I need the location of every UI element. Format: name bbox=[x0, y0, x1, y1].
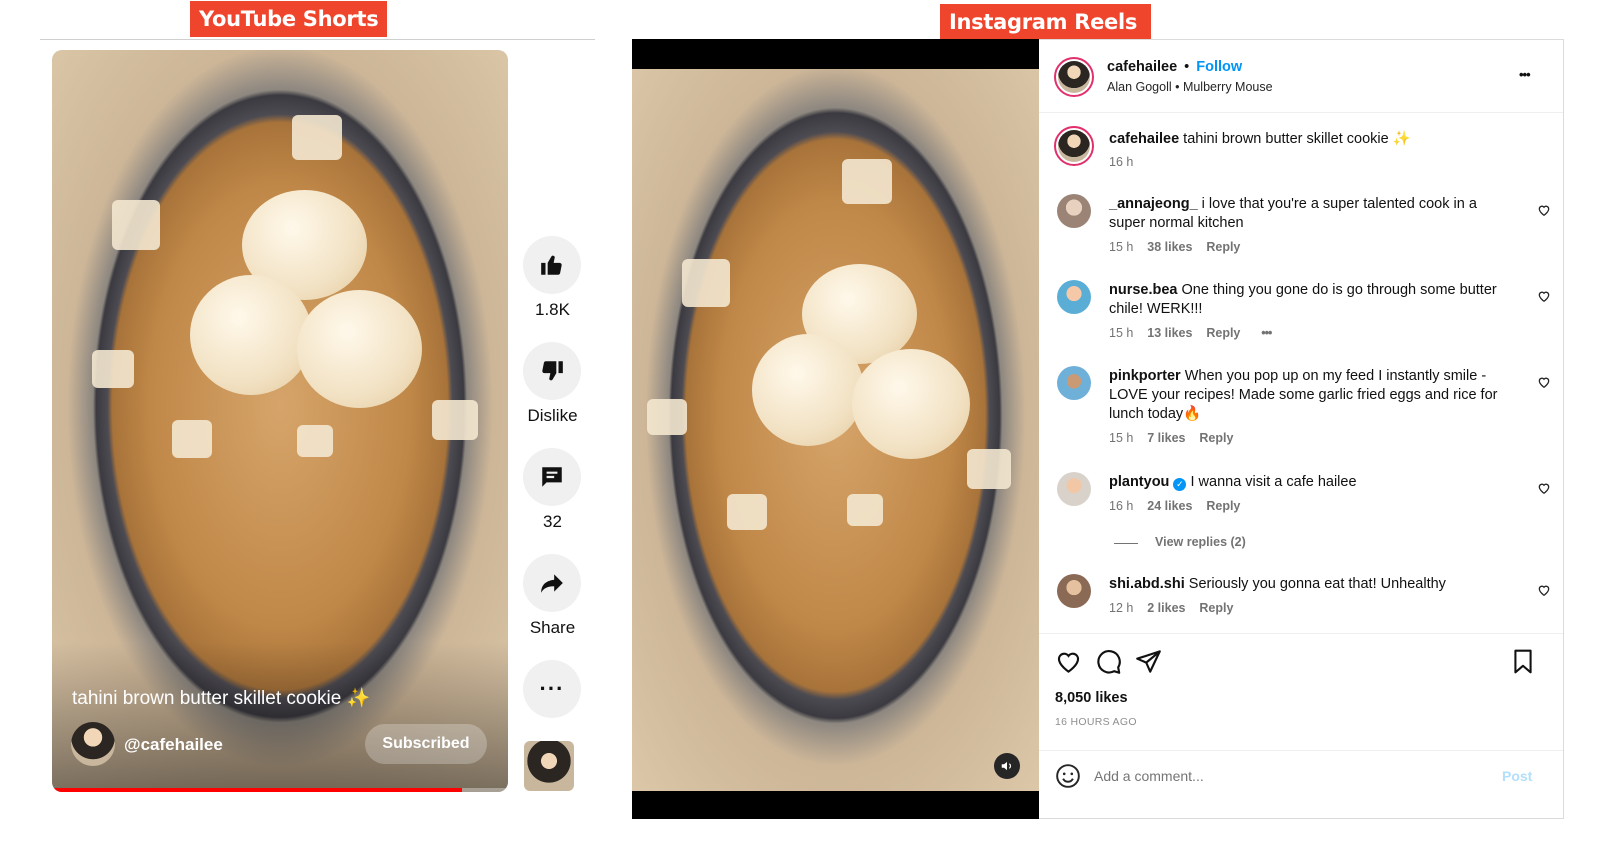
save-bookmark-icon[interactable] bbox=[1510, 648, 1536, 675]
yt-channel-avatar[interactable] bbox=[71, 722, 115, 766]
caption-text: tahini brown butter skillet cookie ✨ bbox=[1183, 131, 1411, 147]
thumbs-down-icon bbox=[542, 361, 563, 381]
comment-meta: 15 h 13 likes Reply ••• bbox=[1109, 326, 1272, 340]
comment-like-heart-icon[interactable] bbox=[1537, 375, 1551, 389]
comments-button[interactable] bbox=[523, 448, 581, 506]
ig-reel-video[interactable] bbox=[632, 39, 1039, 819]
share-button[interactable] bbox=[523, 554, 581, 612]
yt-sound-thumbnail[interactable] bbox=[524, 741, 574, 791]
dislike-label: Dislike bbox=[527, 406, 578, 425]
reply-button[interactable]: Reply bbox=[1206, 499, 1240, 513]
emoji-icon[interactable] bbox=[1055, 763, 1081, 789]
ig-header-avatar[interactable] bbox=[1054, 57, 1094, 97]
share-label: Share bbox=[529, 618, 576, 637]
speaker-icon bbox=[1001, 761, 1012, 771]
comment-like-heart-icon[interactable] bbox=[1537, 289, 1551, 303]
more-icon: ··· bbox=[539, 676, 565, 701]
comment-text: pinkporter When you pop up on my feed I … bbox=[1109, 368, 1498, 422]
yt-video[interactable]: tahini brown butter skillet cookie ✨ @ca… bbox=[52, 50, 508, 792]
comment-text: plantyou ✓ I wanna visit a cafe hailee bbox=[1109, 474, 1357, 491]
youtube-shorts-label: YouTube Shorts bbox=[190, 1, 388, 37]
share-icon bbox=[541, 574, 563, 593]
divider bbox=[40, 39, 595, 40]
thumbs-up-icon bbox=[541, 255, 562, 275]
dislike-button[interactable] bbox=[523, 342, 581, 400]
comment-avatar[interactable] bbox=[1057, 280, 1091, 314]
audio-info[interactable]: Alan Gogoll • Mulberry Mouse bbox=[1107, 80, 1273, 94]
mute-button[interactable] bbox=[994, 753, 1020, 779]
comment-options-icon[interactable]: ••• bbox=[1261, 326, 1272, 340]
verified-badge-icon: ✓ bbox=[1173, 478, 1187, 491]
comment-like-heart-icon[interactable] bbox=[1537, 481, 1551, 495]
comment-avatar[interactable] bbox=[1057, 574, 1091, 608]
comment-meta: 15 h 38 likes Reply bbox=[1109, 240, 1241, 254]
view-replies-button[interactable]: View replies (2) bbox=[1155, 535, 1246, 549]
ig-sidebar: cafehailee • Follow Alan Gogoll • Mulber… bbox=[1039, 39, 1564, 819]
view-replies-line bbox=[1114, 543, 1138, 544]
reply-button[interactable]: Reply bbox=[1199, 601, 1233, 615]
yt-progress-fill bbox=[52, 788, 463, 792]
comment-count: 32 bbox=[543, 512, 562, 531]
options-icon[interactable]: ••• bbox=[1519, 67, 1531, 82]
comment-bubble-icon[interactable] bbox=[1095, 648, 1122, 675]
ig-header-username[interactable]: cafehailee bbox=[1107, 59, 1177, 75]
comment-avatar[interactable] bbox=[1057, 366, 1091, 400]
comment-avatar[interactable] bbox=[1057, 472, 1091, 506]
like-heart-icon[interactable] bbox=[1055, 648, 1082, 675]
like-count: 1.8K bbox=[535, 300, 570, 319]
comment-username[interactable]: _annajeong_ bbox=[1109, 196, 1198, 212]
comment-meta: 12 h 2 likes Reply bbox=[1109, 601, 1234, 615]
likes-count[interactable]: 8,050 likes bbox=[1055, 690, 1128, 706]
header-separator: • bbox=[1184, 59, 1190, 75]
comment-username[interactable]: plantyou bbox=[1109, 474, 1169, 490]
comment-like-heart-icon[interactable] bbox=[1537, 203, 1551, 217]
comment-like-heart-icon[interactable] bbox=[1537, 583, 1551, 597]
post-time: 16 HOURS AGO bbox=[1055, 716, 1137, 728]
caption: cafehailee tahini brown butter skillet c… bbox=[1109, 130, 1529, 149]
send-icon[interactable] bbox=[1135, 648, 1162, 675]
comment-text: _annajeong_ i love that you're a super t… bbox=[1109, 196, 1477, 231]
reply-button[interactable]: Reply bbox=[1206, 326, 1240, 340]
caption-avatar[interactable] bbox=[1054, 126, 1094, 166]
post-button[interactable]: Post bbox=[1502, 768, 1532, 784]
comment-icon bbox=[542, 467, 562, 487]
yt-channel-name[interactable]: @cafehailee bbox=[124, 735, 223, 755]
comment-meta: 15 h 7 likes Reply bbox=[1109, 431, 1234, 445]
reply-button[interactable]: Reply bbox=[1199, 431, 1233, 445]
comment-username[interactable]: shi.abd.shi bbox=[1109, 576, 1185, 592]
comment-meta: 16 h 24 likes Reply bbox=[1109, 499, 1241, 513]
yt-subscribed-button[interactable]: Subscribed bbox=[365, 724, 487, 764]
instagram-reels-label: Instagram Reels bbox=[940, 4, 1152, 40]
comment-username[interactable]: nurse.bea bbox=[1109, 282, 1178, 298]
yt-title: tahini brown butter skillet cookie ✨ bbox=[72, 688, 371, 709]
comment-username[interactable]: pinkporter bbox=[1109, 368, 1181, 384]
comment-avatar[interactable] bbox=[1057, 194, 1091, 228]
caption-username[interactable]: cafehailee bbox=[1109, 131, 1179, 147]
reply-button[interactable]: Reply bbox=[1206, 240, 1240, 254]
comment-text: nurse.bea One thing you gone do is go th… bbox=[1109, 282, 1497, 317]
yt-progress-track[interactable] bbox=[52, 788, 508, 792]
more-button[interactable]: ··· bbox=[523, 660, 581, 718]
comment-input[interactable] bbox=[1094, 764, 1484, 788]
follow-button[interactable]: Follow bbox=[1196, 59, 1242, 75]
like-button[interactable] bbox=[523, 236, 581, 294]
caption-time: 16 h bbox=[1109, 155, 1134, 169]
comment-text: shi.abd.shi Seriously you gonna eat that… bbox=[1109, 576, 1446, 592]
